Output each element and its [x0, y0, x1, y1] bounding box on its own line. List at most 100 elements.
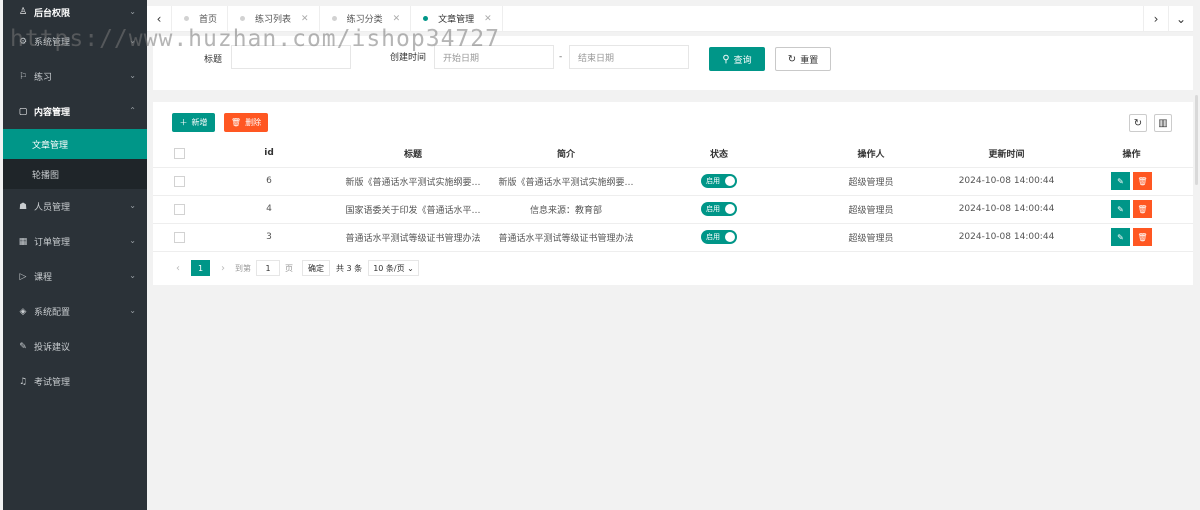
goto-confirm-button[interactable]: 确定 — [302, 260, 330, 276]
tab-practice-list[interactable]: 练习列表 ✕ — [228, 6, 320, 31]
close-icon[interactable]: ✕ — [484, 14, 492, 24]
cell-updated: 2024-10-08 14:00:44 — [943, 195, 1070, 224]
end-date-input[interactable]: 结束日期 — [569, 45, 689, 69]
refresh-icon: ↻ — [1133, 117, 1143, 129]
sidebar-item-exam-management[interactable]: ♫ 考试管理 — [3, 364, 147, 399]
edit-button[interactable]: ✎ — [1111, 172, 1130, 190]
column-header-operator[interactable]: 操作人 — [799, 140, 943, 168]
sidebar-subitem-label: 文章管理 — [32, 140, 69, 151]
delete-button-label: 删除 — [245, 118, 262, 127]
page-unit-label: 页 — [285, 263, 293, 273]
query-button[interactable]: ⚲ 查询 — [709, 47, 765, 71]
sidebar-item-content-management[interactable]: ▢ 内容管理 ⌃ — [3, 94, 147, 129]
sidebar: ♙ 后台权限 ⌄ ⚙ 系统管理 ⌄ ⚐ 练习 ⌄ ▢ 内容管理 ⌃ 文章管理 轮… — [3, 0, 147, 510]
page-size-select[interactable]: 10 条/页 ⌄ — [368, 260, 419, 276]
sidebar-item-system-config[interactable]: ◈ 系统配置 ⌄ — [3, 294, 147, 329]
row-checkbox[interactable] — [173, 175, 185, 187]
sidebar-item-label: 系统管理 — [34, 38, 71, 48]
close-icon[interactable]: ✕ — [393, 14, 401, 24]
tab-label: 首页 — [199, 15, 218, 25]
plus-icon: ＋ — [179, 118, 188, 127]
chevron-down-icon: ⌄ — [129, 236, 136, 245]
sidebar-item-label: 投诉建议 — [34, 343, 71, 353]
goto-page-input[interactable]: 1 — [256, 260, 280, 276]
prev-page-button[interactable]: ‹ — [171, 263, 185, 274]
batch-delete-button[interactable]: 🗑 删除 — [224, 113, 268, 132]
cell-updated: 2024-10-08 14:00:44 — [943, 167, 1070, 196]
sidebar-item-complaints[interactable]: ✎ 投诉建议 — [3, 329, 147, 364]
article-table-card: ＋ 新增 🗑 删除 ↻ ▥ id 标题 简介 状态 操作人 更新时间 操作 6 … — [153, 102, 1193, 285]
sidebar-item-system-management[interactable]: ⚙ 系统管理 ⌄ — [3, 24, 147, 59]
tab-home[interactable]: 首页 — [172, 6, 229, 31]
status-toggle[interactable]: 启用 — [701, 174, 737, 188]
delete-button[interactable]: 🗑 — [1133, 172, 1152, 190]
reset-button-label: 重置 — [800, 55, 819, 66]
delete-button[interactable]: 🗑 — [1133, 228, 1152, 246]
chevron-down-icon: ⌄ — [129, 36, 136, 45]
article-table: id 标题 简介 状态 操作人 更新时间 操作 6 新版《普通话水平测试实施纲要… — [153, 140, 1193, 252]
tab-scroll-right-button[interactable]: › — [1143, 6, 1168, 31]
reset-button[interactable]: ↻ 重置 — [775, 47, 831, 71]
sidebar-item-practice[interactable]: ⚐ 练习 ⌄ — [3, 59, 147, 94]
select-all-checkbox[interactable] — [173, 147, 185, 159]
tab-article-management[interactable]: 文章管理 ✕ — [411, 6, 503, 31]
cell-intro: 信息来源：教育部 — [493, 195, 639, 224]
column-header-updated[interactable]: 更新时间 — [943, 140, 1070, 168]
row-checkbox[interactable] — [173, 231, 185, 243]
sidebar-item-label: 后台权限 — [34, 8, 71, 19]
columns-icon: ▥ — [1158, 117, 1168, 129]
tab-dot-icon — [331, 16, 337, 21]
delete-button[interactable]: 🗑 — [1133, 200, 1152, 218]
refresh-table-button[interactable]: ↻ — [1129, 114, 1147, 132]
sidebar-subitem-articles[interactable]: 文章管理 — [3, 129, 147, 159]
row-checkbox[interactable] — [173, 203, 185, 215]
date-range-separator: - — [559, 52, 563, 62]
refresh-icon: ↻ — [787, 53, 797, 65]
goto-label: 到第 — [235, 263, 251, 273]
sidebar-item-label: 订单管理 — [34, 238, 71, 248]
column-header-id[interactable]: id — [205, 140, 333, 168]
sidebar-item-order-management[interactable]: ▦ 订单管理 ⌄ — [3, 224, 147, 259]
sidebar-item-staff-management[interactable]: ☗ 人员管理 ⌄ — [3, 189, 147, 224]
sidebar-item-label: 练习 — [34, 73, 53, 83]
scrollbar-thumb[interactable] — [1195, 95, 1198, 185]
tab-menu-button[interactable]: ⌄ — [1168, 6, 1193, 31]
pencil-icon: ✎ — [1117, 176, 1124, 186]
close-icon[interactable]: ✕ — [301, 14, 309, 24]
pagination: ‹ 1 › 到第 1 页 确定 共 3 条 10 条/页 ⌄ — [171, 260, 419, 276]
sidebar-item-courses[interactable]: ▷ 课程 ⌄ — [3, 259, 147, 294]
column-header-status[interactable]: 状态 — [639, 140, 799, 168]
tab-dot-icon — [423, 16, 429, 21]
chevron-down-icon: ⌄ — [129, 71, 136, 80]
page-size-label: 10 条/页 — [373, 263, 405, 273]
status-toggle[interactable]: 启用 — [701, 230, 737, 244]
tab-practice-category[interactable]: 练习分类 ✕ — [320, 6, 412, 31]
title-filter-label: 标题 — [204, 55, 223, 65]
edit-button[interactable]: ✎ — [1111, 228, 1130, 246]
start-date-input[interactable]: 开始日期 — [434, 45, 554, 69]
play-icon: ▷ — [19, 271, 27, 282]
user-icon: ♙ — [18, 7, 28, 17]
tab-scroll-left-button[interactable]: ‹ — [147, 6, 172, 31]
status-toggle[interactable]: 启用 — [701, 202, 737, 216]
query-button-label: 查询 — [733, 55, 752, 66]
sidebar-item-backend-permission[interactable]: ♙ 后台权限 ⌄ — [3, 0, 147, 24]
sidebar-subitem-carousel[interactable]: 轮播图 — [3, 159, 147, 189]
title-filter-input[interactable] — [231, 45, 351, 69]
add-button[interactable]: ＋ 新增 — [172, 113, 215, 132]
cell-intro: 普通话水平测试等级证书管理办法 — [493, 223, 639, 252]
next-page-button[interactable]: › — [216, 263, 230, 274]
pencil-icon: ✎ — [1117, 204, 1124, 214]
cell-intro: 新版《普通话水平测试实施纲要… — [493, 167, 639, 196]
search-form: 标题 创建时间 开始日期 - 结束日期 ⚲ 查询 ↻ 重置 — [153, 36, 1193, 90]
current-page-button[interactable]: 1 — [191, 260, 210, 276]
sidebar-subitem-label: 轮播图 — [32, 170, 60, 181]
table-row: 3 普通话水平测试等级证书管理办法 普通话水平测试等级证书管理办法 启用 超级管… — [153, 223, 1193, 252]
edit-button[interactable]: ✎ — [1111, 200, 1130, 218]
cell-id: 6 — [205, 167, 333, 196]
column-filter-button[interactable]: ▥ — [1154, 114, 1172, 132]
sidebar-item-label: 课程 — [34, 273, 53, 283]
users-icon: ☗ — [18, 201, 28, 212]
column-header-title[interactable]: 标题 — [333, 140, 493, 168]
column-header-intro[interactable]: 简介 — [493, 140, 639, 168]
